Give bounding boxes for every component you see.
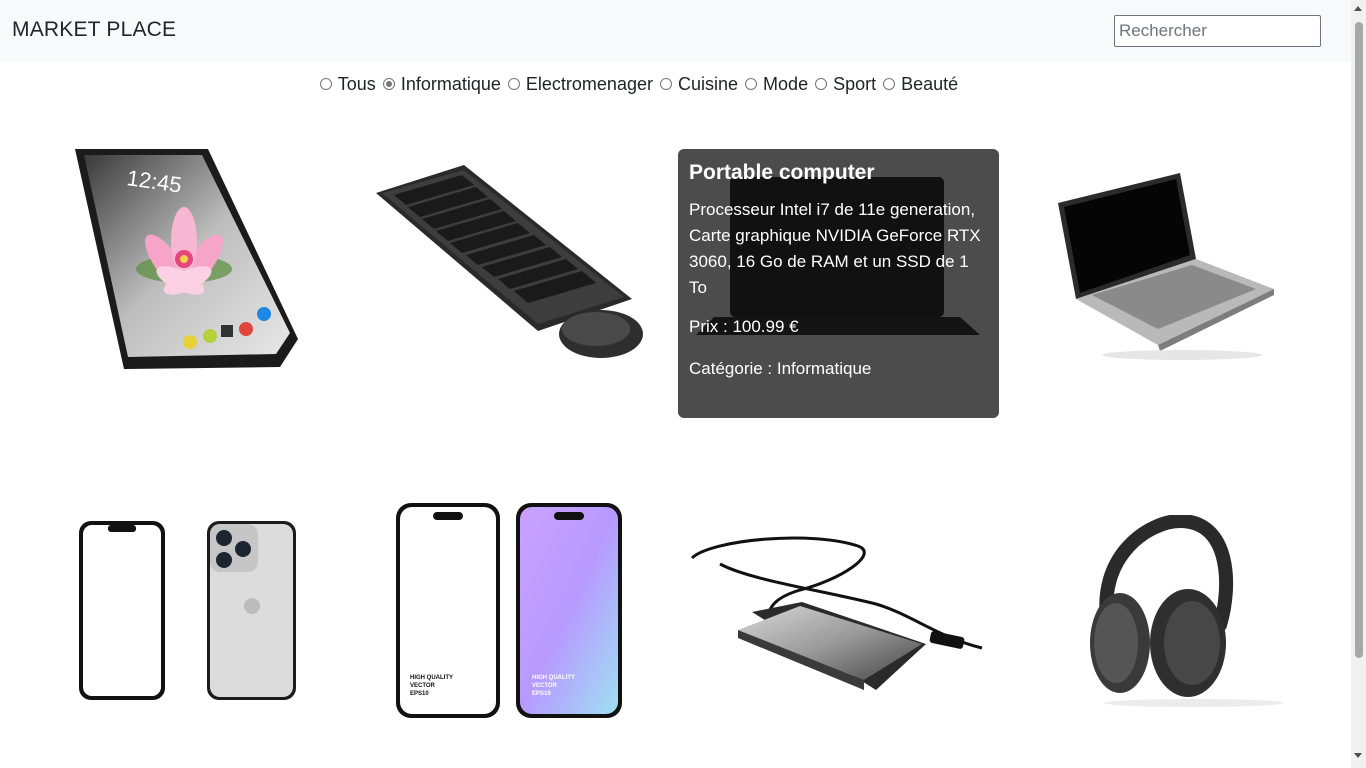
scroll-down-arrow-icon[interactable] — [1354, 753, 1362, 758]
page-scrollbar[interactable] — [1351, 0, 1366, 768]
filter-tous[interactable]: Tous — [319, 74, 376, 95]
filter-label: Mode — [763, 74, 809, 94]
radio-icon[interactable] — [883, 77, 896, 90]
product-card-keyboard[interactable] — [374, 149, 659, 371]
mockup-text-line: EPS10 — [532, 691, 551, 697]
product-card-headphones[interactable] — [1080, 515, 1290, 715]
product-price: Prix : 100.99 € — [689, 317, 799, 336]
hard-drive-image — [690, 536, 983, 690]
category-filter: Tous Informatique Electromenager Cuisine… — [0, 74, 1278, 96]
scroll-thumb[interactable] — [1355, 22, 1363, 658]
mockup-text-line: HIGH QUALITY — [410, 675, 453, 681]
mockup-text-line: VECTOR — [410, 683, 436, 689]
radio-icon[interactable] — [815, 77, 828, 90]
filter-cuisine[interactable]: Cuisine — [660, 74, 738, 95]
radio-icon[interactable] — [745, 77, 758, 90]
filter-label: Electromenager — [525, 74, 653, 94]
filter-sport[interactable]: Sport — [815, 74, 876, 95]
product-card-phone-mockup[interactable]: HIGH QUALITY VECTOR EPS10 HIGH QUALITY V… — [388, 500, 638, 722]
iphone-image — [79, 521, 296, 700]
product-card-laptop-silver[interactable] — [1050, 149, 1282, 371]
product-hover-card[interactable]: Portable computer Processeur Intel i7 de… — [678, 149, 999, 418]
product-title: Portable computer — [689, 161, 875, 184]
phone-mockup-image: HIGH QUALITY VECTOR EPS10 HIGH QUALITY V… — [396, 503, 622, 718]
brand-title[interactable]: MARKET PLACE — [12, 18, 176, 42]
scroll-up-arrow-icon[interactable] — [1354, 6, 1362, 11]
headphones-image — [1090, 515, 1284, 707]
filter-informatique[interactable]: Informatique — [382, 74, 501, 95]
mockup-text-line: VECTOR — [532, 683, 558, 689]
filter-beaute[interactable]: Beauté — [883, 74, 958, 95]
radio-icon[interactable] — [507, 77, 520, 90]
radio-checked-icon[interactable] — [382, 77, 395, 90]
filter-label: Tous — [337, 74, 376, 94]
product-card-hard-drive[interactable] — [690, 520, 990, 700]
search-input[interactable] — [1114, 15, 1321, 47]
page: MARKET PLACE Tous Informatique Electrome… — [0, 0, 1366, 768]
radio-icon[interactable] — [660, 77, 672, 90]
product-card-smartphone[interactable]: 12:45 — [66, 149, 306, 371]
keyboard-image — [376, 165, 643, 358]
mockup-text-line: HIGH QUALITY — [532, 675, 575, 681]
product-card-iphone[interactable] — [66, 508, 306, 713]
radio-icon[interactable] — [319, 77, 332, 90]
product-category: Catégorie : Informatique — [689, 359, 872, 378]
filter-label: Cuisine — [678, 74, 739, 94]
filter-label: Sport — [833, 74, 877, 94]
filter-label: Informatique — [400, 74, 501, 94]
filter-label: Beauté — [901, 74, 959, 94]
filter-mode[interactable]: Mode — [745, 74, 808, 95]
laptop-silver-image — [1058, 173, 1274, 360]
filter-electromenager[interactable]: Electromenager — [507, 74, 653, 95]
smartphone-image: 12:45 — [75, 149, 298, 369]
navbar: MARKET PLACE — [0, 0, 1351, 62]
product-description: Processeur Intel i7 de 11e generation, C… — [689, 200, 981, 297]
mockup-text-line: EPS10 — [410, 691, 429, 697]
